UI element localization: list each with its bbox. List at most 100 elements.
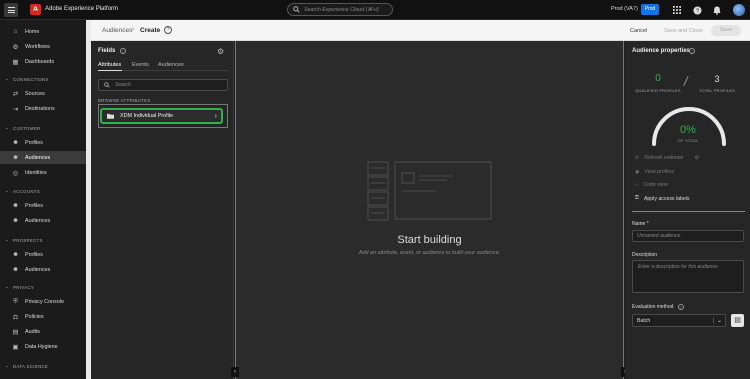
info-icon[interactable]: i — [678, 304, 684, 310]
app-title[interactable]: Adobe Experience Platform — [45, 6, 118, 12]
audience-description-input[interactable]: Enter a description for this audience — [632, 260, 744, 293]
chevron-down-icon: ⌄ — [5, 125, 9, 130]
percent-of-total: 0% — [680, 124, 696, 136]
fields-search-input[interactable]: Search — [98, 79, 228, 91]
schedule-icon[interactable]: ▤ — [731, 314, 744, 327]
sidebar-item-label: Audiences — [25, 217, 51, 224]
sandbox-switcher[interactable]: Prod (VA7) — [611, 6, 638, 12]
code-icon: ‹› — [635, 182, 639, 188]
code-view-label: Code view — [643, 182, 668, 188]
sidebar-section-customer[interactable]: ⌄ CUSTOMER — [5, 125, 40, 131]
chevron-down-icon: ⌄ — [5, 363, 9, 368]
chevron-down-icon: ⌄ — [5, 76, 9, 81]
sidebar-item-audits[interactable]: ▤ Audits — [0, 325, 86, 338]
menu-icon[interactable] — [4, 3, 18, 17]
sidebar-item-label: Dashboards — [25, 58, 55, 65]
section-title: PRIVACY — [12, 284, 35, 290]
notifications-bell-icon[interactable] — [712, 5, 722, 15]
search-placeholder: Search Experience Cloud (⌘+/) — [304, 6, 379, 13]
sidebar-item-destinations[interactable]: ⇥ Destinations — [0, 102, 86, 115]
identities-icon: ◎ — [12, 169, 19, 177]
start-building-subtitle: Add an attribute, event, or audience to … — [358, 250, 501, 256]
save-button[interactable]: Save — [711, 25, 741, 36]
sidebar-section-privacy[interactable]: ⌄ PRIVACY — [5, 284, 34, 290]
chevron-down-icon: ⌄ — [5, 188, 9, 193]
sidebar-item-home[interactable]: ⌂ Home — [0, 25, 86, 38]
user-icon: ☻ — [12, 139, 19, 146]
help-icon[interactable]: ? — [692, 5, 702, 15]
sidebar-item-dashboards[interactable]: ▦ Dashboards — [0, 55, 86, 68]
chevron-down-icon: ⌄ — [713, 317, 725, 324]
chevron-down-icon: ⌄ — [5, 284, 9, 289]
env-badge[interactable]: Prod — [641, 4, 659, 15]
sidebar-item-identities[interactable]: ◎ Identities — [0, 166, 86, 179]
cancel-button[interactable]: Cancel — [630, 28, 647, 34]
sidebar-item-audiences[interactable]: ☻ Audiences — [0, 151, 86, 164]
qualified-profiles-label: QUALIFIED PROFILES — [635, 88, 681, 93]
settings-icon: ⚙ — [694, 155, 700, 161]
sidebar-item-account-audiences[interactable]: ☻ Audiences — [0, 214, 86, 227]
help-circle-icon[interactable]: ? — [164, 26, 172, 34]
info-icon[interactable]: i — [689, 48, 695, 54]
collapse-left-panel-icon[interactable]: ‹ — [231, 367, 239, 377]
sidebar-item-label: Data Hygiene — [25, 343, 58, 350]
search-icon — [293, 6, 300, 13]
adobe-logo[interactable]: A — [30, 4, 41, 15]
key-icon: ⚿ — [635, 195, 639, 201]
view-profiles-button[interactable]: ◉ View profiles — [635, 169, 674, 175]
audience-name-input[interactable]: Unnamed audience — [632, 230, 744, 242]
sidebar-item-label: Sources — [25, 90, 45, 97]
search-placeholder: Search — [115, 82, 131, 88]
tab-audiences[interactable]: Audiences — [158, 62, 184, 68]
sidebar-item-data-hygiene[interactable]: ▣ Data Hygiene — [0, 340, 86, 353]
empty-canvas-illustration-icon — [367, 161, 492, 221]
xdm-individual-profile-item[interactable]: XDM Individual Profile › — [100, 108, 223, 124]
privacy-icon: ⛨ — [13, 297, 18, 305]
breadcrumb-separator-icon: › — [132, 26, 135, 33]
apply-labels-text: Apply access labels — [643, 195, 690, 202]
sidebar-item-label: Privacy Console — [25, 298, 64, 305]
code-view-button[interactable]: ‹› Code view — [635, 182, 668, 188]
sidebar-item-sources[interactable]: ⇄ Sources — [0, 87, 86, 100]
section-title: PROSPECTS — [12, 237, 43, 243]
sidebar-section-prospects[interactable]: ⌄ PROSPECTS — [5, 237, 43, 243]
dashboards-icon: ▦ — [12, 58, 19, 66]
properties-title: Audience properties — [632, 48, 691, 54]
sidebar-section-data-science[interactable]: ⌄ DATA SCIENCE — [5, 363, 48, 369]
tab-attributes[interactable]: Attributes — [98, 62, 121, 68]
breadcrumb-audiences[interactable]: Audiences — [102, 27, 132, 34]
total-profiles-value: 3 — [714, 74, 720, 84]
sidebar-item-policies[interactable]: ⚖ Policies — [0, 310, 86, 323]
sidebar-item-account-profiles[interactable]: ☻ Profiles — [0, 199, 86, 212]
refresh-icon: ⟳ — [635, 155, 640, 161]
start-building-title: Start building — [397, 234, 462, 246]
evaluation-method-select[interactable]: Batch ⌄ — [632, 314, 726, 327]
save-and-close-button[interactable]: Save and Close — [664, 28, 703, 34]
gear-icon[interactable]: ⚙ — [217, 47, 224, 56]
sidebar-item-prospect-audiences[interactable]: ☻ Audiences — [0, 263, 86, 276]
sidebar-section-connections[interactable]: ⌄ CONNECTIONS — [5, 76, 49, 82]
global-search[interactable]: Search Experience Cloud (⌘+/) — [287, 3, 393, 16]
sidebar-item-prospect-profiles[interactable]: ☻ Profiles — [0, 248, 86, 261]
refresh-estimate-button[interactable]: ⟳ Refresh estimate ⚙ — [635, 155, 699, 161]
apply-access-labels-button[interactable]: ⚿ Apply access labels — [635, 195, 690, 202]
section-title: CONNECTIONS — [12, 76, 49, 82]
user-avatar[interactable] — [733, 4, 745, 16]
sidebar-section-accounts[interactable]: ⌄ ACCOUNTS — [5, 188, 40, 194]
refresh-label: Refresh estimate — [644, 155, 684, 161]
sidebar-item-workflows[interactable]: ⚙ Workflows — [0, 40, 86, 53]
sidebar-item-privacy-console[interactable]: ⛨ Privacy Console — [0, 295, 86, 308]
view-profiles-label: View profiles — [644, 169, 674, 175]
info-icon[interactable]: i — [120, 48, 126, 54]
sidebar-item-label: Home — [25, 28, 40, 35]
apps-grid-icon[interactable] — [672, 5, 682, 15]
tab-events[interactable]: Events — [132, 62, 149, 68]
sidebar-item-label: Workflows — [25, 43, 50, 50]
sidebar-item-profiles[interactable]: ☻ Profiles — [0, 136, 86, 149]
evaluation-method-value: Batch — [637, 317, 651, 324]
data-hygiene-icon: ▣ — [12, 343, 19, 351]
sidebar: ⌂ Home ⚙ Workflows ▦ Dashboards ⌄ CONNECTION… — [0, 20, 86, 379]
section-title: CUSTOMER — [12, 125, 41, 131]
sidebar-item-label: Policies — [25, 313, 44, 320]
qualified-profiles-value: 0 — [655, 73, 661, 84]
